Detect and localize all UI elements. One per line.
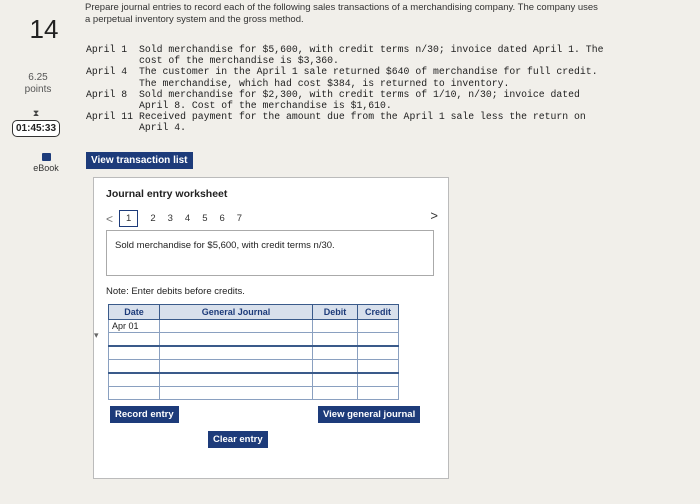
view-transaction-list-button[interactable]: View transaction list — [86, 152, 193, 169]
page-4[interactable]: 4 — [185, 213, 190, 224]
col-debit-header: Debit — [312, 304, 358, 320]
view-general-journal-button[interactable]: View general journal — [318, 406, 421, 423]
ebook-link[interactable]: eBook — [18, 153, 74, 173]
points-label: points — [24, 84, 52, 95]
event-date: April 11 — [86, 111, 134, 123]
event-date: April 4 — [86, 66, 128, 78]
col-credit-header: Credit — [357, 304, 399, 320]
debit-cell[interactable] — [312, 372, 358, 387]
event-text: Sold merchandise for $5,600, with credit… — [139, 44, 604, 67]
page-5[interactable]: 5 — [202, 213, 207, 224]
hourglass-icon: ⧗ — [32, 108, 40, 118]
account-cell[interactable] — [159, 359, 313, 374]
event-text: Sold merchandise for $2,300, with credit… — [139, 88, 580, 112]
date-cell[interactable]: Apr 01 — [108, 319, 160, 333]
event-text: Received payment for the amount due from… — [139, 111, 586, 134]
debit-cell[interactable] — [312, 332, 358, 347]
question-prompt: Prepare journal entries to record each o… — [85, 2, 598, 25]
event-row: April 1 Sold merchandise for $5,600, with… — [86, 44, 611, 66]
table-row: Apr 01 — [108, 319, 399, 333]
event-row: April 4 The customer in the April 1 sale … — [86, 66, 611, 88]
event-row: April 8 Sold merchandise for $2,300, with… — [86, 89, 611, 111]
account-cell[interactable] — [159, 345, 313, 360]
journal-table: Date General Journal Debit Credit Apr 01 — [108, 304, 399, 400]
page-7[interactable]: 7 — [237, 213, 242, 224]
timer[interactable]: 01:45:33 — [11, 120, 61, 137]
page-6[interactable]: 6 — [220, 213, 225, 224]
timer-block[interactable]: ⧗ 01:45:33 — [2, 108, 70, 137]
journal-entry-worksheet: Journal entry worksheet < 1 2 3 4 5 6 7 … — [93, 177, 449, 479]
clear-entry-button[interactable]: Clear entry — [208, 431, 268, 448]
account-cell[interactable] — [159, 332, 313, 347]
event-row: April 11 Received payment for the amount … — [86, 111, 611, 133]
page-2[interactable]: 2 — [150, 213, 155, 224]
debit-credit-note: Note: Enter debits before credits. — [106, 286, 245, 297]
debit-cell[interactable] — [312, 319, 358, 333]
table-row — [108, 372, 399, 387]
table-row — [108, 332, 399, 347]
record-entry-button[interactable]: Record entry — [110, 406, 179, 423]
prev-page-arrow[interactable]: < — [106, 212, 113, 226]
date-cell[interactable] — [108, 345, 160, 360]
date-cell[interactable] — [108, 332, 160, 347]
table-row — [108, 386, 399, 400]
question-number: 14 — [29, 14, 59, 44]
event-date: April 8 — [86, 88, 128, 100]
worksheet-pager: < 1 2 3 4 5 6 7 — [106, 210, 248, 227]
account-cell[interactable] — [159, 372, 313, 387]
credit-cell[interactable] — [357, 359, 399, 374]
account-cell[interactable] — [159, 386, 313, 400]
transaction-description: Sold merchandise for $5,600, with credit… — [106, 230, 434, 276]
credit-cell[interactable] — [357, 372, 399, 387]
points-value: 6.25 — [28, 72, 48, 83]
credit-cell[interactable] — [357, 319, 399, 333]
account-cell[interactable] — [159, 319, 313, 333]
next-page-arrow[interactable]: > — [430, 208, 438, 223]
book-icon — [41, 153, 51, 161]
col-general-journal-header: General Journal — [159, 304, 313, 320]
credit-cell[interactable] — [357, 332, 399, 347]
row-marker-icon: ▾ — [94, 330, 99, 340]
date-cell[interactable] — [108, 372, 160, 387]
col-date-header: Date — [108, 304, 160, 320]
debit-cell[interactable] — [312, 345, 358, 360]
credit-cell[interactable] — [357, 386, 399, 400]
table-row — [108, 345, 399, 360]
page-3[interactable]: 3 — [168, 213, 173, 224]
event-date: April 1 — [86, 44, 128, 55]
credit-cell[interactable] — [357, 345, 399, 360]
table-row — [108, 359, 399, 374]
worksheet-title: Journal entry worksheet — [106, 188, 228, 200]
debit-cell[interactable] — [312, 386, 358, 400]
points: 6.25 points — [18, 72, 58, 96]
event-text: The customer in the April 1 sale returne… — [139, 66, 598, 89]
debit-cell[interactable] — [312, 359, 358, 374]
transaction-events: April 1 Sold merchandise for $5,600, with… — [86, 44, 611, 134]
date-cell[interactable] — [108, 386, 160, 400]
date-cell[interactable] — [108, 359, 160, 374]
page-1[interactable]: 1 — [119, 210, 139, 227]
ebook-label: eBook — [33, 163, 59, 173]
